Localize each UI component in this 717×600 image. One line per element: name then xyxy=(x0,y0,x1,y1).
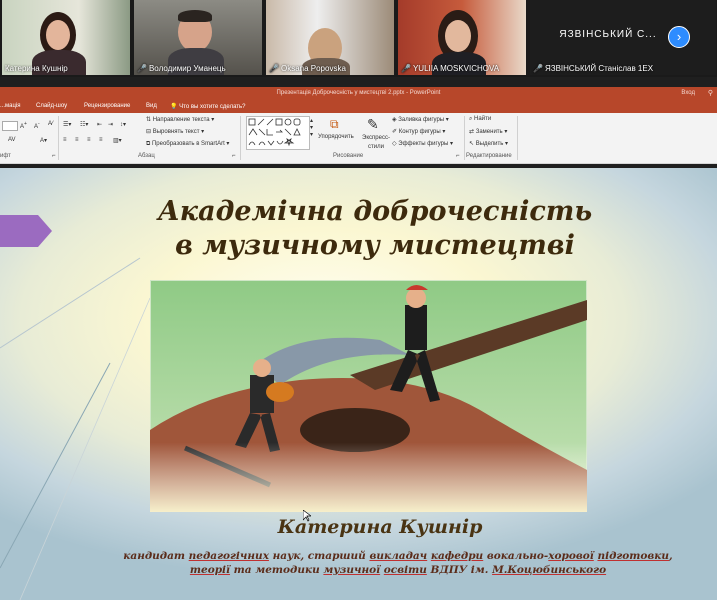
arrange-button[interactable]: Упорядочить xyxy=(318,134,354,140)
mic-muted-icon: 🎤 xyxy=(269,64,279,73)
align-center-icon[interactable]: ≡ xyxy=(75,137,79,143)
gallery-scroll-icon[interactable]: ▴ ▾ ▾ xyxy=(310,117,313,138)
participant-name: 🎤 ЯЗВІНСЬКИЙ Станіслав 1ЕХ xyxy=(533,64,654,73)
shape-fill-button[interactable]: ◈ Заливка фигуры ▾ xyxy=(392,116,449,123)
account-icon[interactable]: ⚲ xyxy=(708,89,713,97)
ppt-titlebar: Презентація Доброчесність у мистецтві 2.… xyxy=(0,87,717,101)
font-shrink-icon[interactable]: A- xyxy=(34,121,40,130)
indent-increase-icon[interactable]: ⇥ xyxy=(108,121,113,128)
participant-name: 🎤 Oksana Popovska xyxy=(269,64,346,73)
indent-decrease-icon[interactable]: ⇤ xyxy=(97,121,102,128)
purple-arrow-icon xyxy=(0,215,52,247)
paint-bucket-icon: ◈ xyxy=(392,117,397,123)
numbering-icon[interactable]: ☷▾ xyxy=(80,121,88,128)
search-icon: ⌕ xyxy=(469,116,473,122)
participant-tile-umanets[interactable]: 🎤 Володимир Уманець xyxy=(134,0,262,75)
participant-name: Катерина Кушнір xyxy=(5,64,68,73)
drawing-dialog-icon[interactable]: ⌐ xyxy=(456,153,460,159)
align-text-button[interactable]: ⊟ Выровнять текст ▾ xyxy=(146,128,204,135)
bullets-icon[interactable]: ☰▾ xyxy=(63,121,71,128)
mic-muted-icon: 🎤 xyxy=(533,64,543,73)
paragraph-dialog-icon[interactable]: ⌐ xyxy=(232,153,236,159)
select-button[interactable]: ↖ Выделить ▾ xyxy=(469,140,508,147)
window-title: Презентація Доброчесність у мистецтві 2.… xyxy=(276,90,441,96)
justify-icon[interactable]: ≡ xyxy=(99,137,103,143)
login-link[interactable]: Вход xyxy=(681,90,695,96)
editing-group-label: Редактирование xyxy=(466,153,512,159)
participant-tile-popovska[interactable]: 🎤 Oksana Popovska xyxy=(266,0,394,75)
ppt-menubar: ...мація Слайд-шоу Рецензирование Вид 💡 … xyxy=(0,101,717,113)
align-left-icon[interactable]: ≡ xyxy=(63,137,67,143)
font-dialog-icon[interactable]: ⌐ xyxy=(52,153,56,159)
author-description: кандидат педагогічних наук, старший викл… xyxy=(118,549,678,577)
align-right-icon[interactable]: ≡ xyxy=(87,137,91,143)
arrange-icon[interactable]: ⧉ xyxy=(330,117,339,132)
tab-view[interactable]: Вид xyxy=(146,103,157,109)
clear-format-icon[interactable]: A⁄ xyxy=(48,121,53,127)
tab-slideshow[interactable]: Слайд-шоу xyxy=(36,103,67,109)
quick-styles-icon[interactable]: ✎ xyxy=(367,116,379,133)
divider xyxy=(517,116,518,160)
shape-effects-button[interactable]: ◇ Эффекты фигуры ▾ xyxy=(392,140,453,147)
slide-title-line-1: Академічна доброчесність xyxy=(157,196,593,227)
replace-icon: ⇄ xyxy=(469,129,475,135)
quick-styles-button[interactable]: Экспресс-стили xyxy=(361,134,391,152)
text-direction-button[interactable]: ⇅ Направление текста ▾ xyxy=(146,116,214,123)
mic-muted-icon: 🎤 xyxy=(137,64,147,73)
find-button[interactable]: ⌕ Найти xyxy=(469,116,491,123)
slide-illustration-guitar-tug-of-war xyxy=(150,280,587,512)
paragraph-group-label: Абзац xyxy=(138,153,155,159)
participant-strip: Катерина Кушнір 🎤 Володимир Уманець 🎤 Oksa… xyxy=(0,0,717,77)
author-description-line-2: теорії та методики музичної освіти ВДПУ … xyxy=(189,564,607,576)
author-description-line-1: кандидат педагогічних наук, старший викл… xyxy=(123,550,673,562)
font-color-icon[interactable]: A▾ xyxy=(40,137,47,144)
participant-name: 🎤 YULIIA MOSKVICHOVA xyxy=(401,64,500,73)
font-size-box[interactable] xyxy=(2,121,18,131)
author-name: Катерина Кушнір xyxy=(277,516,483,538)
next-participants-button[interactable]: › xyxy=(668,26,690,48)
convert-smartart-button[interactable]: ⧉ Преобразовать в SmartArt ▾ xyxy=(146,140,229,148)
divider xyxy=(464,116,465,160)
shapes-gallery-icons xyxy=(248,118,301,147)
lightbulb-icon: 💡 xyxy=(170,104,178,110)
tell-me-search[interactable]: 💡 Что вы хотите сделать? xyxy=(170,103,245,110)
font-grow-icon[interactable]: A+ xyxy=(20,121,27,130)
divider xyxy=(58,116,59,160)
chevron-right-icon: › xyxy=(676,29,682,44)
cursor-icon: ↖ xyxy=(469,141,475,147)
participant-display-label: ЯЗВІНСЬКИЙ С... xyxy=(559,29,657,40)
pen-icon: ✐ xyxy=(392,129,398,135)
mic-muted-icon: 🎤 xyxy=(401,64,411,73)
font-group-label: ифт xyxy=(0,153,11,159)
slide-title: Академічна доброчесність в музичному мис… xyxy=(150,195,600,263)
divider xyxy=(240,116,241,160)
shape-outline-button[interactable]: ✐ Контур фигуры ▾ xyxy=(392,128,445,135)
ppt-ribbon: A+ A- A⁄ AV A▾ ифт ⌐ ☰▾ ☷▾ ⇤ ⇥ ↕▾ ≡ ≡ ≡ … xyxy=(0,113,717,164)
tab-review[interactable]: Рецензирование xyxy=(84,103,130,109)
participant-name: 🎤 Володимир Уманець xyxy=(137,64,226,73)
presentation-slide: Академічна доброчесність в музичному мис… xyxy=(0,168,717,600)
tab-animation[interactable]: ...мація xyxy=(0,103,20,109)
slide-title-line-2: в музичному мистецтві xyxy=(175,230,575,261)
participant-tile-moskvichova[interactable]: 🎤 YULIIA MOSKVICHOVA xyxy=(398,0,526,75)
mouse-cursor-icon xyxy=(303,510,311,522)
line-spacing-icon[interactable]: ↕▾ xyxy=(120,121,126,128)
replace-button[interactable]: ⇄ Заменить ▾ xyxy=(469,128,507,135)
char-spacing-icon[interactable]: AV xyxy=(8,137,16,143)
shapes-gallery[interactable] xyxy=(246,116,310,150)
effects-icon: ◇ xyxy=(392,141,397,147)
drawing-group-label: Рисование xyxy=(333,153,364,159)
columns-icon[interactable]: ▥▾ xyxy=(113,137,122,144)
participant-tile-kushnir[interactable]: Катерина Кушнір xyxy=(2,0,130,75)
